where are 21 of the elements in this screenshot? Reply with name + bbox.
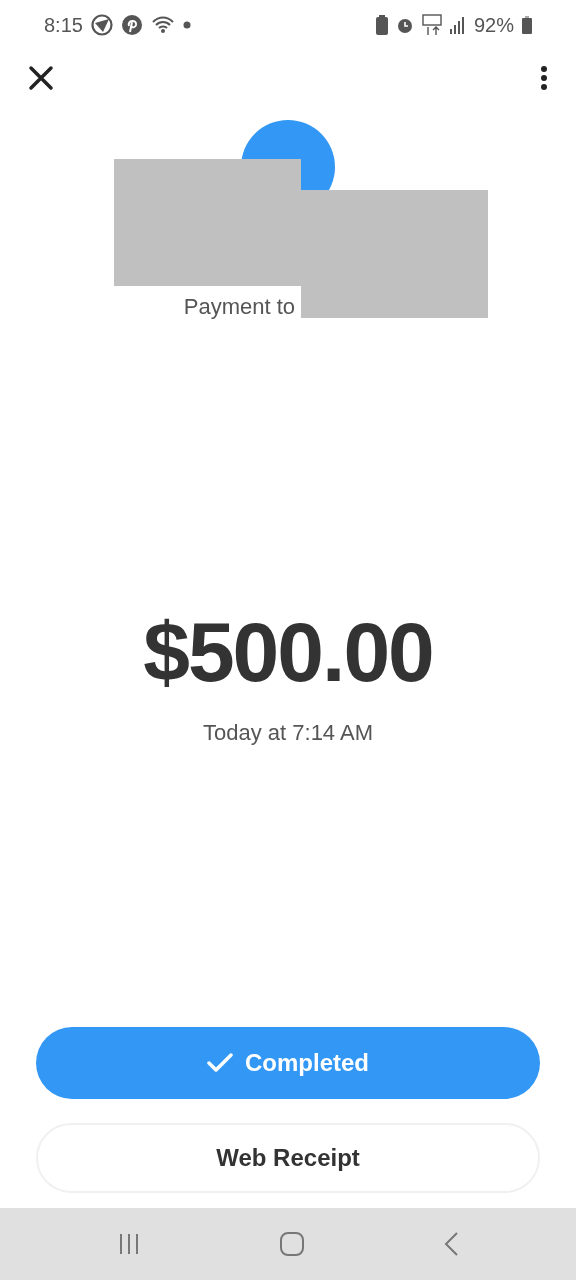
check-icon <box>207 1053 233 1073</box>
alarm-icon <box>395 16 414 34</box>
battery-level: 92% <box>473 13 514 38</box>
payment-amount: $500.00 <box>143 610 433 694</box>
wifi-icon <box>150 15 175 35</box>
payment-to-label: Payment to <box>183 294 295 319</box>
status-time: 8:15 <box>44 13 83 38</box>
signal-icon <box>449 16 466 34</box>
dot-icon <box>182 21 191 29</box>
recent-apps-icon[interactable] <box>117 1232 141 1256</box>
pin-icon <box>120 14 143 36</box>
back-icon[interactable] <box>443 1231 459 1257</box>
network-icon <box>421 14 442 36</box>
battery-icon <box>522 16 532 34</box>
app-icon <box>90 14 113 36</box>
payment-date: Today at 7:14 AM <box>203 720 373 745</box>
more-options-icon[interactable] <box>540 65 548 91</box>
battery-saver-icon <box>375 15 388 35</box>
web-receipt-button[interactable]: Web Receipt <box>36 1123 540 1193</box>
close-icon[interactable] <box>28 65 54 91</box>
home-icon[interactable] <box>279 1231 305 1257</box>
